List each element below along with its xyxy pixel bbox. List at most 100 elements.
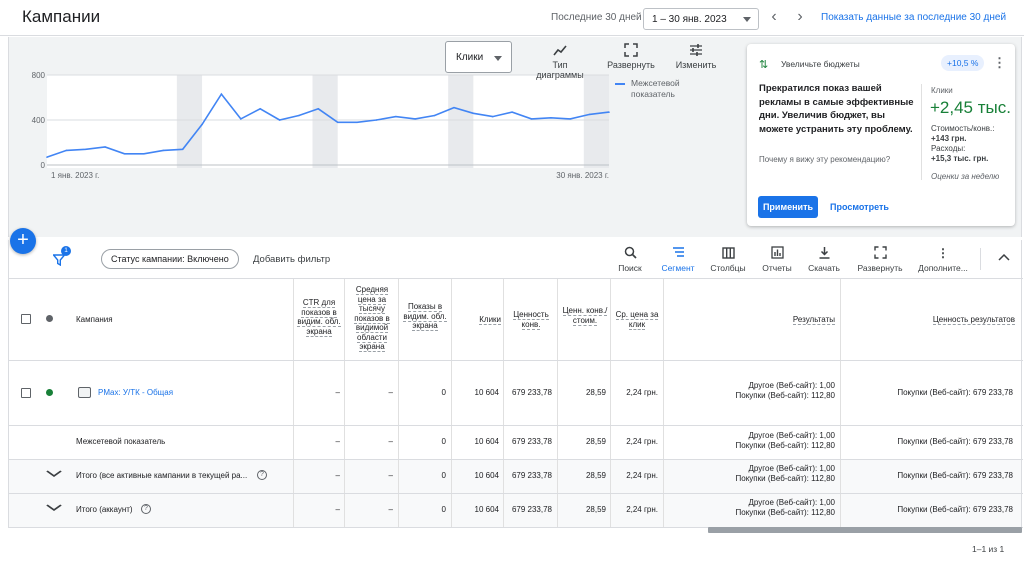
toolbar-divider (980, 248, 981, 270)
header-cpm[interactable]: Средняя цена за тысячу показов в видимой… (347, 285, 397, 352)
cell-value-cost: 28,59 (585, 471, 606, 480)
more-options-button[interactable]: ⋮ Дополните... (913, 246, 973, 273)
chart-edit-button[interactable]: Изменить (671, 43, 721, 70)
select-all-checkbox[interactable] (21, 314, 31, 324)
search-label: Поиск (618, 263, 642, 273)
horizontal-scrollbar[interactable] (708, 527, 1022, 533)
weekend-band (176, 75, 203, 168)
campaign-status-filter-chip[interactable]: Статус кампании: Включено (101, 249, 239, 269)
chart-expand-label: Развернуть (607, 60, 655, 70)
search-button[interactable]: Поиск (613, 246, 647, 273)
results-other: Другое (Веб-сайт): 1,00 (748, 381, 835, 390)
reports-button[interactable]: Отчеты (757, 246, 797, 273)
estimate-note: Оценки за неделю (931, 172, 1000, 181)
chart-expand-button[interactable]: Развернуть (605, 43, 657, 70)
chart-type-button[interactable]: Тип диаграммы (535, 43, 585, 80)
column-divider (663, 278, 664, 528)
cell-cpm: – (388, 437, 393, 446)
metric-select[interactable]: Клики (445, 41, 512, 73)
data-point (104, 146, 106, 148)
date-range-value: 1 – 30 янв. 2023 (652, 14, 727, 25)
cell-results: Другое (Веб-сайт): 1,00 Покупки (Веб-сай… (689, 381, 835, 401)
column-divider (557, 278, 558, 528)
weekend-band (448, 75, 474, 168)
header-results[interactable]: Результаты (709, 315, 835, 325)
more-vert-icon: ⋮ (937, 246, 949, 260)
add-filter-button[interactable]: Добавить фильтр (253, 254, 330, 265)
previous-period-button[interactable]: ‹ (767, 9, 781, 26)
chart-edit-label: Изменить (675, 60, 717, 70)
cell-avg-cpc: 2,24 грн. (626, 388, 658, 397)
filter-icon[interactable] (53, 254, 65, 266)
data-point (375, 119, 378, 121)
download-icon (819, 247, 829, 259)
tune-icon (690, 44, 702, 56)
cell-impressions: 0 (441, 388, 446, 397)
data-point (472, 112, 475, 115)
help-icon[interactable]: ? (141, 504, 151, 514)
row-divider (9, 459, 1023, 460)
cell-results: Другое (Веб-сайт): 1,00 Покупки (Веб-сай… (689, 498, 835, 518)
data-point (298, 114, 300, 117)
header-ctr[interactable]: CTR для показов в видим. обл. экрана (296, 298, 342, 337)
cell-results-value: Покупки (Веб-сайт): 679 233,78 (897, 505, 1013, 514)
data-point (181, 148, 184, 151)
row-name: Итого (аккаунт) (76, 505, 133, 514)
divider (921, 84, 922, 180)
header-avg-cpc[interactable]: Ср. цена за клик (613, 310, 661, 330)
header-clicks[interactable]: Клики (455, 315, 501, 325)
cell-impressions: 0 (441, 471, 446, 480)
data-point (220, 93, 223, 95)
chevron-down-icon[interactable] (46, 504, 63, 512)
campaign-name-link[interactable]: PMax: У/ТК - Общая (98, 388, 173, 397)
more-vert-icon[interactable]: ⋮ (993, 55, 1006, 71)
data-point (608, 111, 610, 113)
segment-button[interactable]: Сегмент (658, 246, 698, 273)
view-button[interactable]: Просмотреть (830, 202, 889, 212)
cell-results: Другое (Веб-сайт): 1,00 Покупки (Веб-сай… (689, 431, 835, 451)
download-button[interactable]: Скачать (804, 246, 844, 273)
filter-count-badge: 1 (61, 246, 71, 256)
columns-button[interactable]: Столбцы (708, 246, 748, 273)
data-point (239, 118, 242, 120)
data-point (530, 118, 533, 120)
column-divider (840, 278, 841, 528)
header-value-cost[interactable]: Ценн. конв./стоим. (561, 306, 609, 326)
cell-conv-value: 679 233,78 (511, 505, 552, 514)
row-divider (9, 425, 1023, 426)
data-point (259, 107, 261, 110)
date-range-picker[interactable]: 1 – 30 янв. 2023 (643, 8, 759, 30)
data-point (491, 115, 494, 118)
next-period-button[interactable]: › (793, 9, 807, 26)
data-point (511, 111, 513, 113)
header-cpm-label: Средняя цена за тысячу показов в видимой… (354, 285, 390, 352)
header-conv-value[interactable]: Ценность конв. (507, 310, 555, 330)
data-point (278, 119, 281, 121)
header-results-value[interactable]: Ценность результатов (889, 315, 1015, 325)
apply-button[interactable]: Применить (758, 196, 818, 218)
help-icon[interactable]: ? (257, 470, 267, 480)
cell-cpm: – (388, 471, 393, 480)
row-checkbox[interactable] (21, 388, 31, 398)
header-results-label: Результаты (792, 315, 835, 325)
cell-clicks: 10 604 (474, 437, 499, 446)
header-impressions[interactable]: Показы в видим. обл. экрана (401, 302, 449, 331)
recommendation-card: ⇅ Увеличьте бюджеты +10,5 % ⋮ Прекратилс… (747, 44, 1015, 226)
data-point (414, 118, 417, 120)
show-last-30-days-link[interactable]: Показать данные за последние 30 дней (821, 12, 1006, 23)
chevron-down-icon[interactable] (46, 470, 63, 478)
chevron-up-icon[interactable] (998, 252, 1010, 262)
download-label: Скачать (808, 263, 840, 273)
chart-type-label: Тип диаграммы (536, 60, 584, 80)
results-purchases: Покупки (Веб-сайт): 112,80 (735, 441, 835, 450)
header-campaign[interactable]: Кампания (76, 315, 113, 324)
cell-conv-value: 679 233,78 (511, 471, 552, 480)
cell-clicks: 10 604 (474, 505, 499, 514)
recommendation-why-link[interactable]: Почему я вижу эту рекомендацию? (759, 155, 890, 164)
spend-value: +15,3 тыс. грн. (931, 154, 989, 163)
cell-ctr: – (335, 471, 340, 480)
fullscreen-icon (873, 246, 887, 259)
row-name: Итого (все активные кампании в текущей р… (76, 471, 248, 480)
column-divider (610, 278, 611, 528)
expand-table-button[interactable]: Развернуть (852, 246, 908, 273)
